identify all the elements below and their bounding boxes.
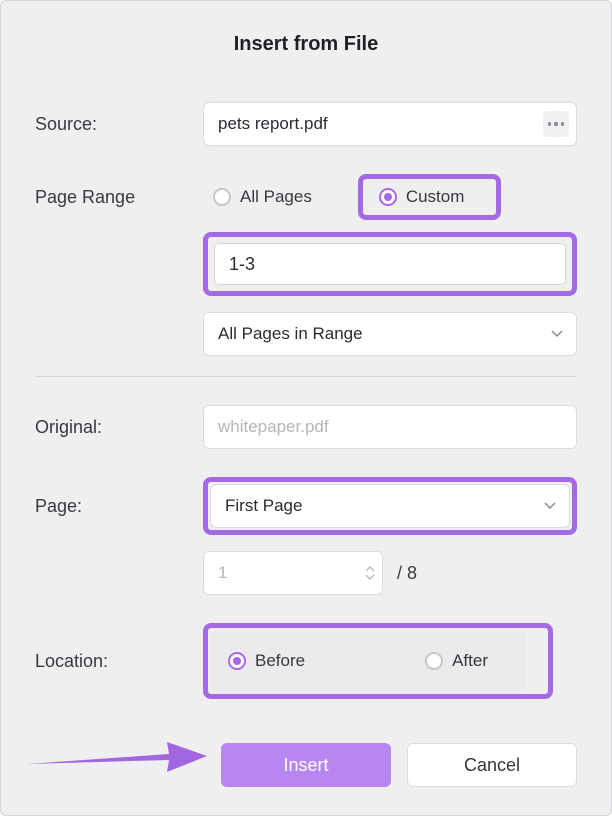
page-number-input[interactable]: [203, 551, 383, 595]
before-radio[interactable]: Before: [218, 645, 315, 677]
divider: [35, 376, 577, 377]
insert-button[interactable]: Insert: [221, 743, 391, 787]
page-label: Page:: [35, 496, 203, 517]
original-input: [203, 405, 577, 449]
radio-label: After: [452, 651, 488, 671]
location-label: Location:: [35, 651, 203, 672]
all-pages-radio[interactable]: All Pages: [203, 181, 330, 213]
source-field-wrap: [203, 102, 577, 146]
page-select[interactable]: First Page: [210, 484, 570, 528]
annotation-arrow-icon: [19, 732, 209, 783]
subset-select-wrap: All Pages in Range: [203, 312, 577, 356]
radio-icon: [228, 652, 246, 670]
chevron-down-icon: [551, 330, 563, 338]
select-value: All Pages in Range: [218, 324, 363, 344]
cancel-button[interactable]: Cancel: [407, 743, 577, 787]
stepper-buttons[interactable]: [365, 565, 375, 581]
original-label: Original:: [35, 417, 203, 438]
source-label: Source:: [35, 114, 203, 135]
page-range-label: Page Range: [35, 187, 203, 208]
radio-label: Custom: [406, 187, 465, 207]
location-group: Before After: [210, 631, 526, 691]
highlight-location: Before After: [203, 623, 553, 699]
radio-label: All Pages: [240, 187, 312, 207]
highlight-custom: Custom: [358, 174, 502, 220]
radio-icon: [425, 652, 443, 670]
browse-file-button[interactable]: [543, 111, 569, 137]
dialog-title: Insert from File: [35, 33, 577, 56]
radio-icon: [213, 188, 231, 206]
radio-label: Before: [255, 651, 305, 671]
after-radio[interactable]: After: [415, 645, 498, 677]
highlight-range-input: [203, 232, 577, 296]
ellipsis-icon: [548, 122, 565, 126]
page-range-input[interactable]: [214, 243, 566, 285]
subset-select[interactable]: All Pages in Range: [203, 312, 577, 356]
page-total: / 8: [397, 563, 417, 584]
highlight-page-select: First Page: [203, 477, 577, 535]
select-value: First Page: [225, 496, 302, 516]
chevron-down-icon: [544, 502, 556, 510]
caret-up-icon: [365, 565, 375, 572]
radio-icon: [379, 188, 397, 206]
custom-radio[interactable]: Custom: [369, 181, 483, 213]
caret-down-icon: [365, 574, 375, 581]
source-input[interactable]: [203, 102, 577, 146]
insert-from-file-dialog: Insert from File Source: Page Range All …: [0, 0, 612, 816]
dialog-footer: Insert Cancel: [221, 743, 577, 787]
